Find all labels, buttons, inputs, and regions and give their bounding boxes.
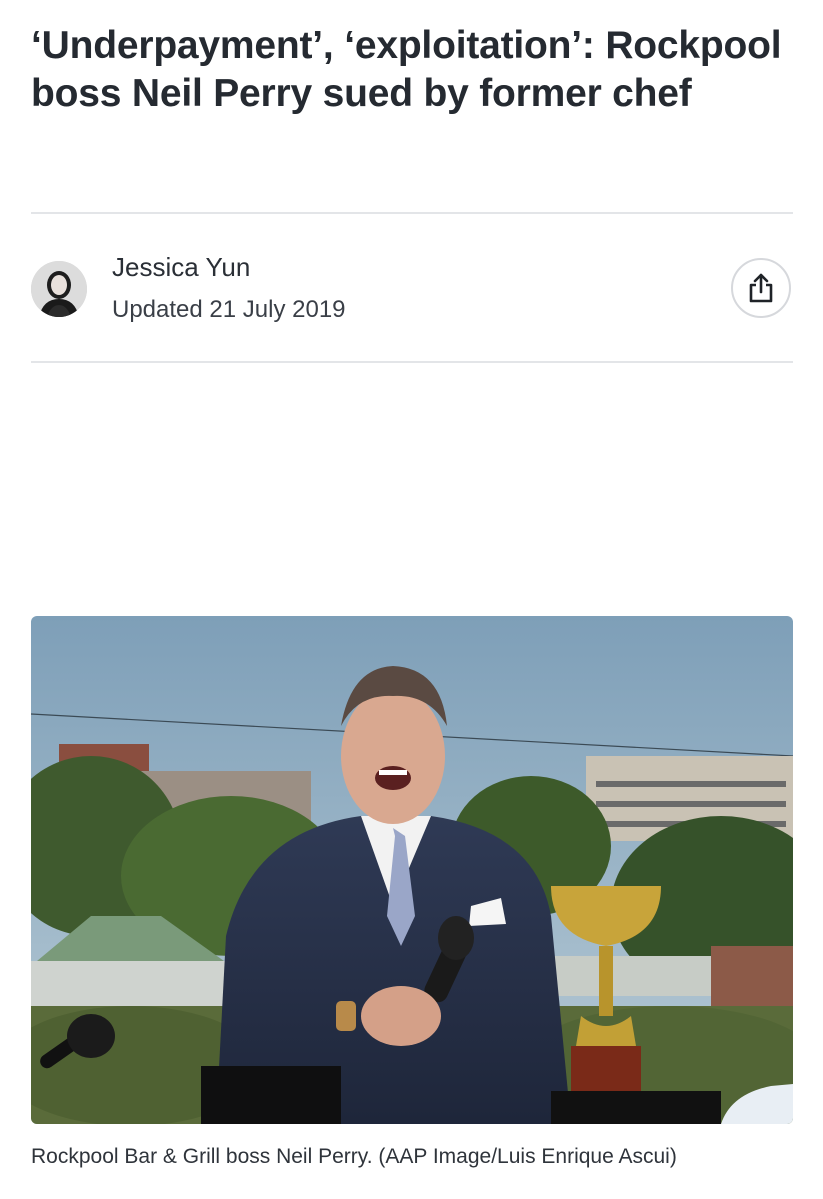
author-name[interactable]: Jessica Yun [112, 252, 250, 283]
image-caption: Rockpool Bar & Grill boss Neil Perry. (A… [31, 1145, 677, 1168]
hero-image [31, 616, 793, 1124]
author-avatar[interactable] [31, 261, 87, 317]
avatar-portrait [31, 261, 87, 317]
bottom-divider [31, 361, 793, 363]
hero-photo [31, 616, 793, 1124]
share-button[interactable] [731, 258, 791, 318]
updated-date: Updated 21 July 2019 [112, 296, 346, 323]
article-headline: ‘Underpayment’, ‘exploitation’: Rockpool… [31, 24, 782, 115]
share-icon [749, 273, 773, 303]
top-divider [31, 212, 793, 214]
